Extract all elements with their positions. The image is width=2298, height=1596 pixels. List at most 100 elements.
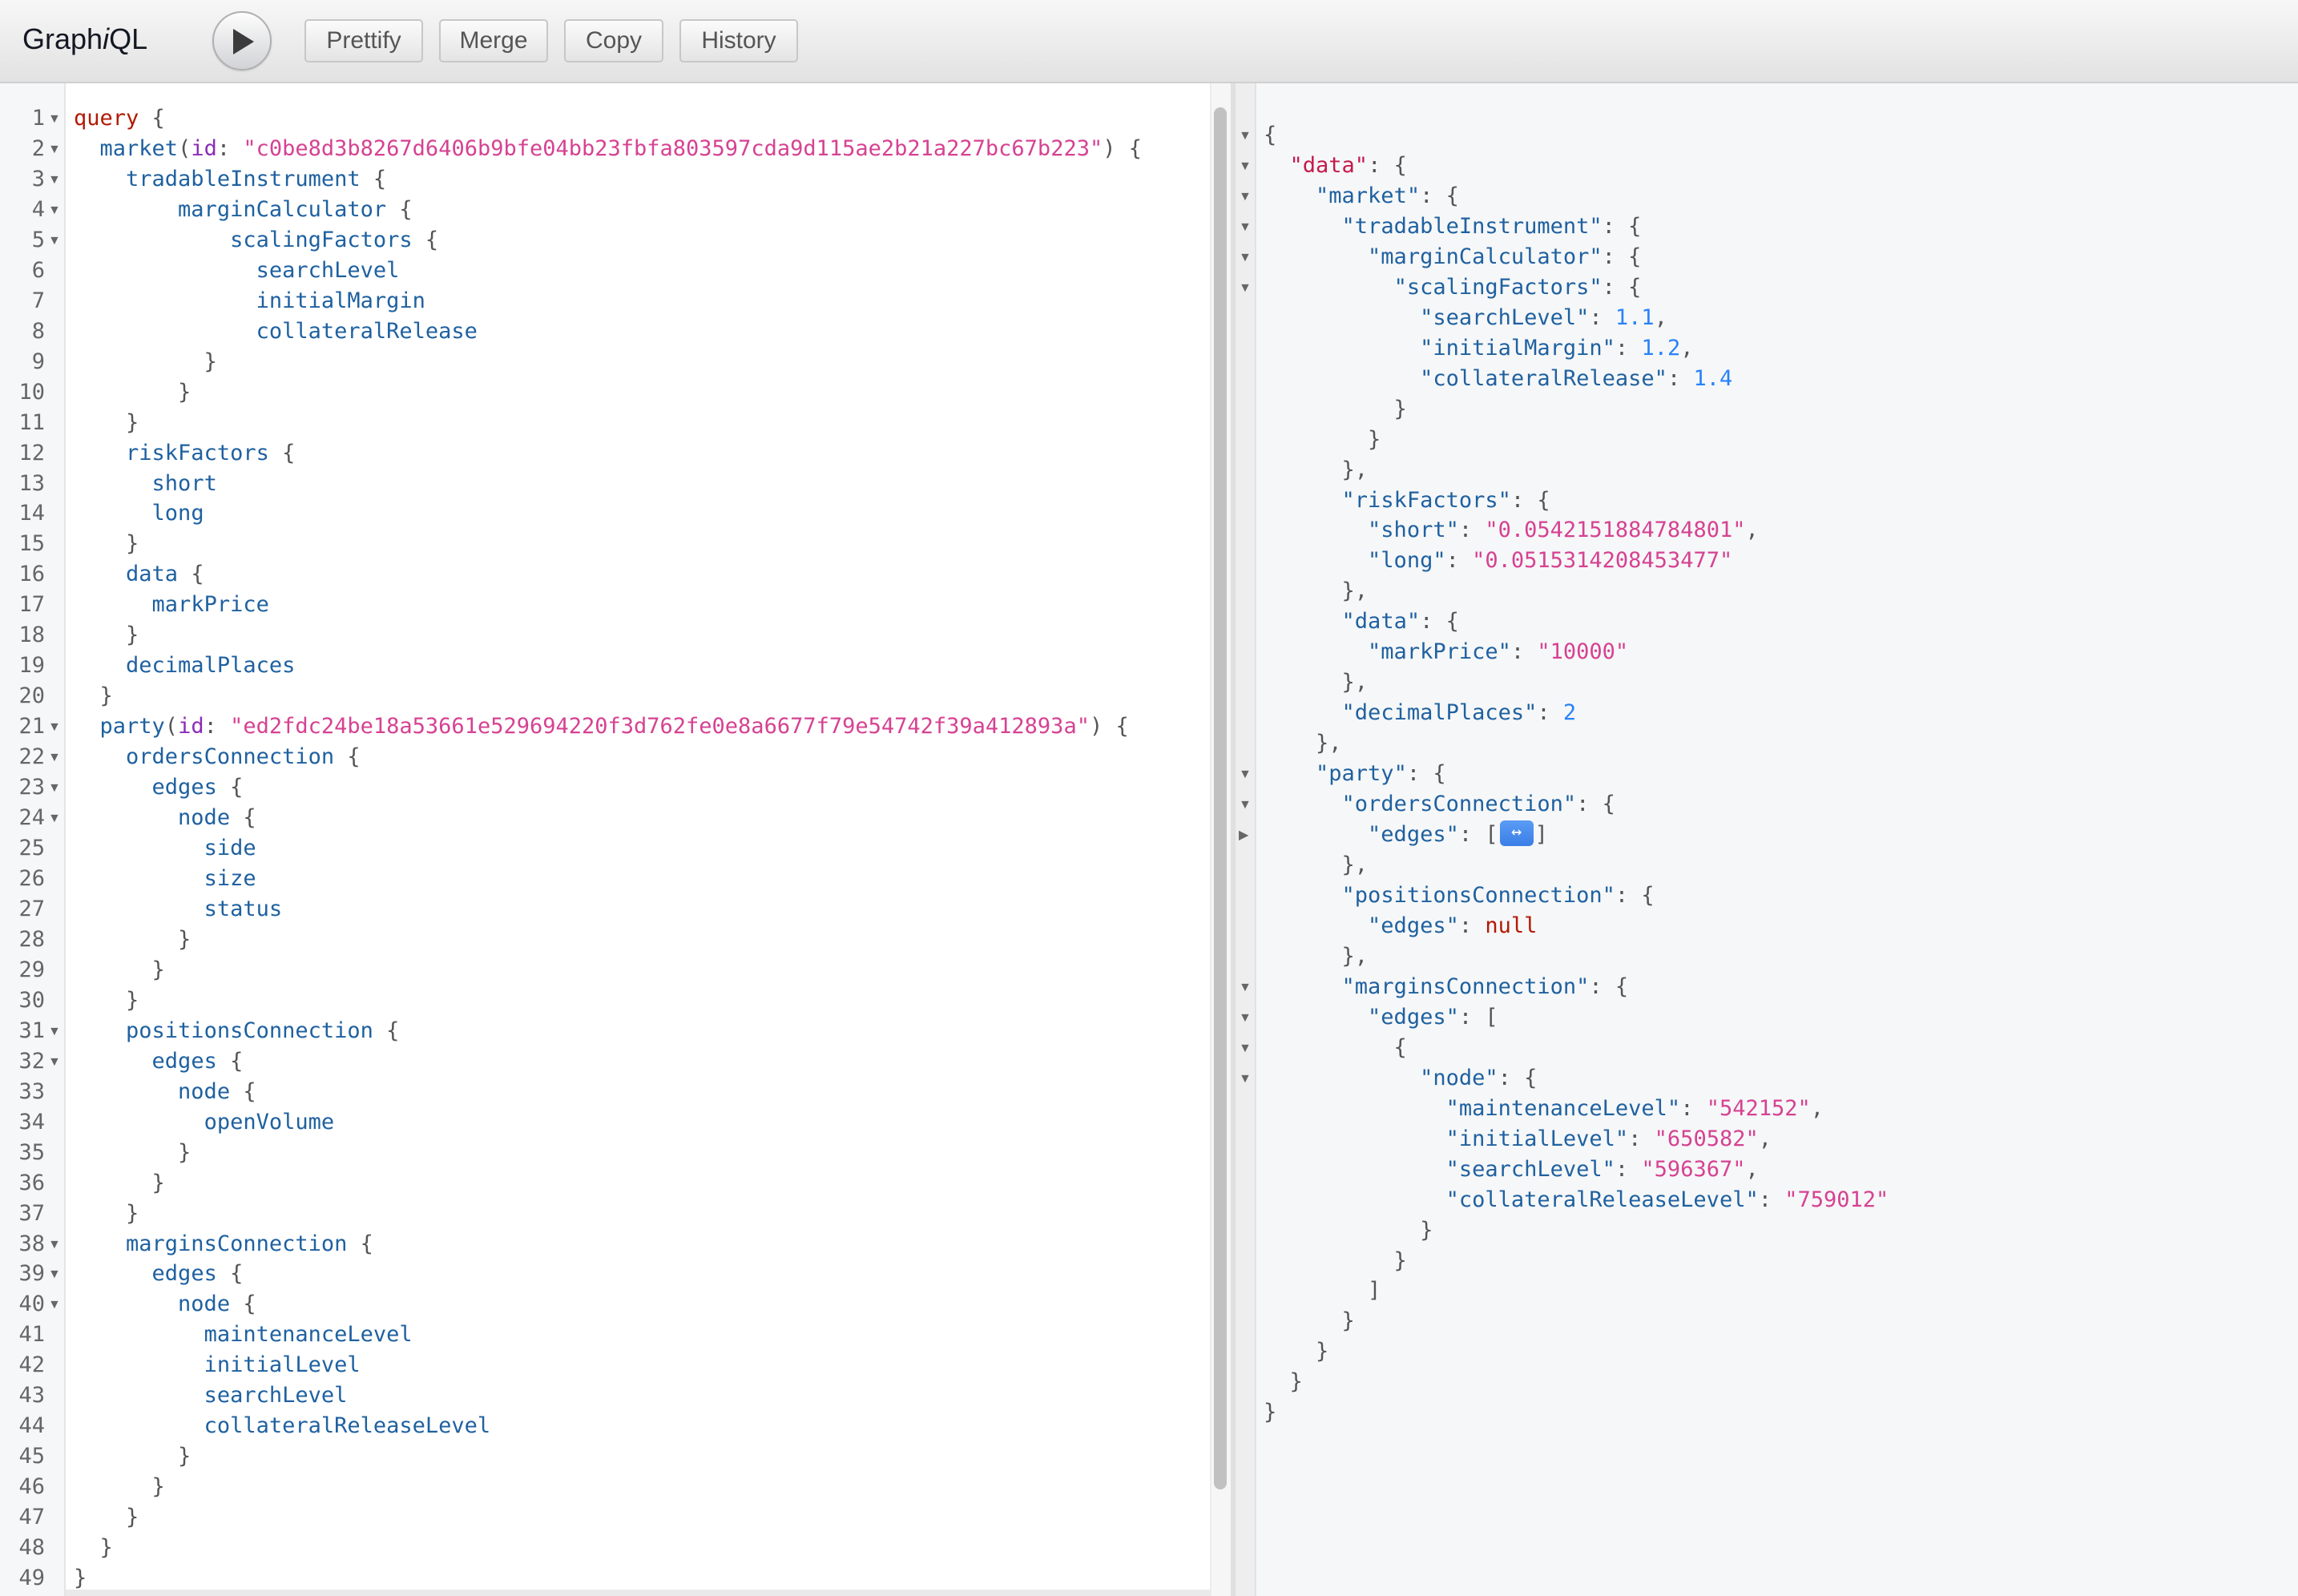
query-editor-scrollbar-thumb[interactable] <box>1214 107 1227 1489</box>
fold-toggle-icon[interactable]: ▼ <box>48 134 61 164</box>
collapse-toggle-icon[interactable]: ▼ <box>1239 272 1252 303</box>
query-code-line[interactable]: markPrice <box>74 590 269 620</box>
query-code-line[interactable]: ordersConnection { <box>74 742 361 772</box>
query-code-line[interactable]: searchLevel <box>74 1380 348 1411</box>
query-code-line[interactable]: size <box>74 864 256 894</box>
query-code-line[interactable]: } <box>74 681 113 711</box>
collapsed-array-expand-button[interactable]: ↔ <box>1499 820 1534 846</box>
fold-toggle-icon[interactable]: ▼ <box>48 1259 61 1289</box>
query-editor-horizontal-scrollbar[interactable] <box>66 1590 1210 1596</box>
line-number: 4 <box>31 196 45 222</box>
prettify-button[interactable]: Prettify <box>304 19 423 62</box>
query-code-line[interactable]: } <box>74 408 139 438</box>
query-code-line[interactable]: side <box>74 833 256 864</box>
query-code-line[interactable]: } <box>74 1138 191 1168</box>
result-code-line: "decimalPlaces": 2 <box>1264 698 1577 728</box>
collapse-toggle-icon[interactable]: ▼ <box>1239 151 1252 181</box>
json-token-rkey: "scalingFactors" <box>1393 274 1603 300</box>
fold-toggle-icon[interactable]: ▼ <box>48 742 61 772</box>
fold-toggle-icon[interactable]: ▼ <box>48 1229 61 1259</box>
query-code-line[interactable]: marginCalculator { <box>74 195 413 225</box>
query-code-line[interactable]: searchLevel <box>74 256 400 286</box>
expand-toggle-icon[interactable]: ▶ <box>1239 820 1248 850</box>
code-token-pn <box>74 897 204 921</box>
query-code-line[interactable]: short <box>74 469 217 499</box>
query-code-line[interactable]: decimalPlaces <box>74 651 295 681</box>
code-token-pn: } <box>74 1200 139 1226</box>
code-token-fld: side <box>204 836 256 861</box>
collapse-toggle-icon[interactable]: ▼ <box>1239 120 1252 151</box>
fold-toggle-icon[interactable]: ▼ <box>48 1016 61 1046</box>
query-code-line[interactable]: collateralReleaseLevel <box>74 1411 491 1441</box>
query-code-line[interactable]: } <box>74 1502 139 1533</box>
query-code-line[interactable]: edges { <box>74 772 244 803</box>
query-code-line[interactable]: collateralRelease <box>74 316 478 347</box>
query-code-line[interactable]: } <box>74 620 139 651</box>
collapse-toggle-icon[interactable]: ▼ <box>1239 212 1252 242</box>
query-code-line[interactable]: data { <box>74 559 204 590</box>
query-code-line[interactable]: } <box>74 347 217 377</box>
code-token-fld: collateralReleaseLevel <box>204 1413 491 1439</box>
collapse-toggle-icon[interactable]: ▼ <box>1239 1033 1252 1063</box>
code-token-pn: } <box>74 957 165 982</box>
query-code-line[interactable]: marginsConnection { <box>74 1229 373 1259</box>
query-code-line[interactable]: long <box>74 498 204 529</box>
fold-toggle-icon[interactable]: ▼ <box>48 103 61 134</box>
code-token-pn: { <box>334 744 361 770</box>
fold-toggle-icon[interactable]: ▼ <box>48 711 61 742</box>
json-token-pn: : <box>1510 639 1538 665</box>
fold-toggle-icon[interactable]: ▼ <box>48 164 61 195</box>
collapse-toggle-icon[interactable]: ▼ <box>1239 759 1252 789</box>
query-code-line[interactable]: scalingFactors { <box>74 225 438 256</box>
execute-query-button[interactable] <box>212 11 272 71</box>
query-code-line[interactable]: } <box>74 1199 139 1229</box>
query-code-line[interactable]: openVolume <box>74 1107 335 1138</box>
collapse-toggle-icon[interactable]: ▼ <box>1239 1063 1252 1094</box>
line-number: 6 <box>31 257 45 283</box>
query-code-line[interactable]: } <box>74 1441 191 1472</box>
query-code-line[interactable]: positionsConnection { <box>74 1016 399 1046</box>
query-code-line[interactable]: query { <box>74 103 165 134</box>
collapse-toggle-icon[interactable]: ▼ <box>1239 789 1252 820</box>
code-token-pn: { <box>216 775 244 800</box>
history-button[interactable]: History <box>679 19 798 62</box>
fold-toggle-icon[interactable]: ▼ <box>48 1046 61 1077</box>
query-code-line[interactable]: node { <box>74 1077 256 1107</box>
fold-toggle-icon[interactable]: ▼ <box>48 772 61 803</box>
line-number: 17 <box>18 592 45 618</box>
collapse-toggle-icon[interactable]: ▼ <box>1239 972 1252 1002</box>
json-token-nul: null <box>1485 913 1538 938</box>
json-token-pn: , <box>1745 518 1759 543</box>
collapse-toggle-icon[interactable]: ▼ <box>1239 1002 1252 1033</box>
query-code-line[interactable]: initialLevel <box>74 1350 361 1380</box>
fold-toggle-icon[interactable]: ▼ <box>48 195 61 225</box>
query-code-line[interactable]: } <box>74 925 191 955</box>
query-code-line[interactable]: node { <box>74 803 256 833</box>
query-code-line[interactable]: } <box>74 1168 165 1199</box>
query-code-line[interactable]: } <box>74 1533 113 1563</box>
query-code-line[interactable]: } <box>74 955 165 985</box>
query-code-line[interactable]: riskFactors { <box>74 438 295 469</box>
query-code-line[interactable]: party(id: "ed2fdc24be18a53661e529694220f… <box>74 711 1129 742</box>
copy-button[interactable]: Copy <box>564 19 663 62</box>
query-code-line[interactable]: } <box>74 377 191 408</box>
query-code-line[interactable]: market(id: "c0be8d3b8267d6406b9bfe04bb23… <box>74 134 1142 164</box>
result-code-line: "node": { <box>1264 1063 1537 1094</box>
fold-toggle-icon[interactable]: ▼ <box>48 225 61 256</box>
query-code-line[interactable]: maintenanceLevel <box>74 1320 413 1350</box>
query-code-line[interactable]: } <box>74 1472 165 1502</box>
merge-button[interactable]: Merge <box>439 19 548 62</box>
collapse-toggle-icon[interactable]: ▼ <box>1239 242 1252 272</box>
fold-toggle-icon[interactable]: ▼ <box>48 1289 61 1320</box>
query-code-line[interactable]: edges { <box>74 1046 244 1077</box>
query-code-line[interactable]: tradableInstrument { <box>74 164 386 195</box>
query-code-line[interactable]: edges { <box>74 1259 244 1289</box>
query-code-line[interactable]: } <box>74 985 139 1016</box>
query-code-line[interactable]: node { <box>74 1289 256 1320</box>
query-code-line[interactable]: initialMargin <box>74 286 425 316</box>
collapse-toggle-icon[interactable]: ▼ <box>1239 181 1252 212</box>
query-code-line[interactable]: } <box>74 529 139 559</box>
query-code-line[interactable]: status <box>74 894 283 925</box>
json-token-pn: : { <box>1576 792 1615 817</box>
fold-toggle-icon[interactable]: ▼ <box>48 803 61 833</box>
